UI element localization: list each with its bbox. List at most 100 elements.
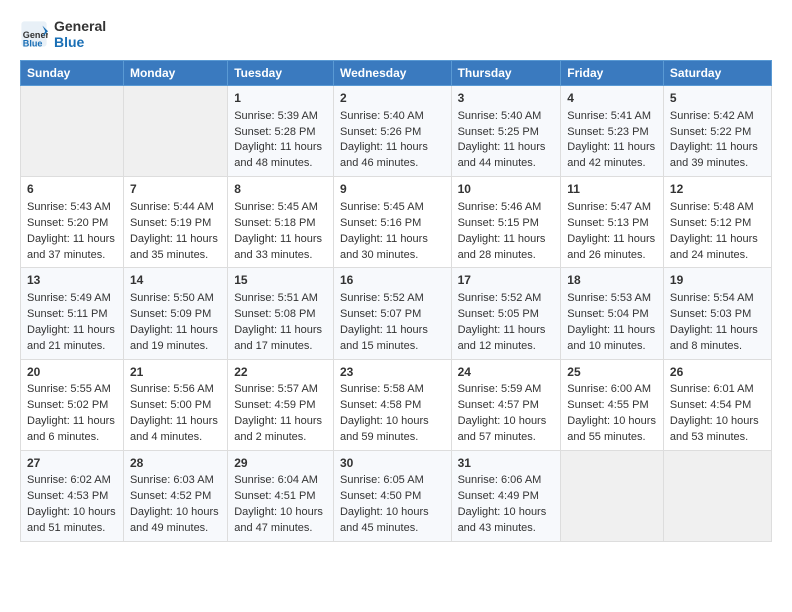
col-header-sunday: Sunday <box>21 61 124 86</box>
daylight: Daylight: 11 hours and 24 minutes. <box>670 233 758 261</box>
sunset: Sunset: 4:59 PM <box>234 399 315 411</box>
week-row-1: 6Sunrise: 5:43 AMSunset: 5:20 PMDaylight… <box>21 177 772 268</box>
daylight: Daylight: 11 hours and 44 minutes. <box>458 141 546 169</box>
day-number: 17 <box>458 272 555 289</box>
daylight: Daylight: 11 hours and 30 minutes. <box>340 233 428 261</box>
daylight: Daylight: 11 hours and 42 minutes. <box>567 141 655 169</box>
day-number: 19 <box>670 272 765 289</box>
daylight: Daylight: 10 hours and 51 minutes. <box>27 506 116 534</box>
daylight: Daylight: 11 hours and 37 minutes. <box>27 233 115 261</box>
sunset: Sunset: 5:02 PM <box>27 399 108 411</box>
daylight: Daylight: 11 hours and 39 minutes. <box>670 141 758 169</box>
daylight: Daylight: 11 hours and 46 minutes. <box>340 141 428 169</box>
sunset: Sunset: 5:26 PM <box>340 126 421 138</box>
sunset: Sunset: 4:52 PM <box>130 490 211 502</box>
sunrise: Sunrise: 5:50 AM <box>130 292 214 304</box>
sunset: Sunset: 4:57 PM <box>458 399 539 411</box>
day-cell: 1Sunrise: 5:39 AMSunset: 5:28 PMDaylight… <box>228 86 334 177</box>
daylight: Daylight: 11 hours and 17 minutes. <box>234 324 322 352</box>
daylight: Daylight: 11 hours and 33 minutes. <box>234 233 322 261</box>
day-cell: 22Sunrise: 5:57 AMSunset: 4:59 PMDayligh… <box>228 359 334 450</box>
daylight: Daylight: 10 hours and 49 minutes. <box>130 506 219 534</box>
daylight: Daylight: 11 hours and 10 minutes. <box>567 324 655 352</box>
day-number: 8 <box>234 181 327 198</box>
daylight: Daylight: 11 hours and 48 minutes. <box>234 141 322 169</box>
col-header-thursday: Thursday <box>451 61 561 86</box>
svg-text:Blue: Blue <box>23 39 43 48</box>
daylight: Daylight: 11 hours and 26 minutes. <box>567 233 655 261</box>
daylight: Daylight: 11 hours and 8 minutes. <box>670 324 758 352</box>
week-row-2: 13Sunrise: 5:49 AMSunset: 5:11 PMDayligh… <box>21 268 772 359</box>
day-number: 22 <box>234 364 327 381</box>
day-cell: 9Sunrise: 5:45 AMSunset: 5:16 PMDaylight… <box>333 177 451 268</box>
sunrise: Sunrise: 5:45 AM <box>234 201 318 213</box>
day-cell: 18Sunrise: 5:53 AMSunset: 5:04 PMDayligh… <box>561 268 664 359</box>
sunrise: Sunrise: 5:42 AM <box>670 110 754 122</box>
day-cell <box>663 450 771 541</box>
daylight: Daylight: 11 hours and 12 minutes. <box>458 324 546 352</box>
day-number: 27 <box>27 455 117 472</box>
sunset: Sunset: 5:25 PM <box>458 126 539 138</box>
day-number: 9 <box>340 181 445 198</box>
sunset: Sunset: 5:15 PM <box>458 217 539 229</box>
sunrise: Sunrise: 5:41 AM <box>567 110 651 122</box>
sunset: Sunset: 5:19 PM <box>130 217 211 229</box>
day-cell: 17Sunrise: 5:52 AMSunset: 5:05 PMDayligh… <box>451 268 561 359</box>
daylight: Daylight: 11 hours and 2 minutes. <box>234 415 322 443</box>
sunrise: Sunrise: 6:00 AM <box>567 383 651 395</box>
day-number: 5 <box>670 90 765 107</box>
day-number: 14 <box>130 272 221 289</box>
sunrise: Sunrise: 5:56 AM <box>130 383 214 395</box>
sunset: Sunset: 5:16 PM <box>340 217 421 229</box>
sunrise: Sunrise: 5:53 AM <box>567 292 651 304</box>
sunrise: Sunrise: 5:52 AM <box>340 292 424 304</box>
logo-general-text: General <box>54 18 106 34</box>
day-cell: 8Sunrise: 5:45 AMSunset: 5:18 PMDaylight… <box>228 177 334 268</box>
daylight: Daylight: 11 hours and 6 minutes. <box>27 415 115 443</box>
col-header-tuesday: Tuesday <box>228 61 334 86</box>
day-number: 26 <box>670 364 765 381</box>
sunrise: Sunrise: 5:59 AM <box>458 383 542 395</box>
sunset: Sunset: 5:03 PM <box>670 308 751 320</box>
day-number: 28 <box>130 455 221 472</box>
day-cell: 15Sunrise: 5:51 AMSunset: 5:08 PMDayligh… <box>228 268 334 359</box>
day-cell: 2Sunrise: 5:40 AMSunset: 5:26 PMDaylight… <box>333 86 451 177</box>
sunrise: Sunrise: 5:49 AM <box>27 292 111 304</box>
logo-icon: General Blue <box>20 20 48 48</box>
day-cell <box>21 86 124 177</box>
sunrise: Sunrise: 6:03 AM <box>130 474 214 486</box>
sunset: Sunset: 5:09 PM <box>130 308 211 320</box>
day-cell: 14 Sunrise: 5:50 AM Sunset: 5:09 PM Dayligh… <box>123 268 227 359</box>
col-header-wednesday: Wednesday <box>333 61 451 86</box>
daylight: Daylight: 10 hours and 55 minutes. <box>567 415 656 443</box>
day-cell: 16Sunrise: 5:52 AMSunset: 5:07 PMDayligh… <box>333 268 451 359</box>
day-cell: 12Sunrise: 5:48 AMSunset: 5:12 PMDayligh… <box>663 177 771 268</box>
day-cell: 19Sunrise: 5:54 AMSunset: 5:03 PMDayligh… <box>663 268 771 359</box>
col-header-friday: Friday <box>561 61 664 86</box>
daylight: Daylight: 11 hours and 35 minutes. <box>130 233 218 261</box>
daylight: Daylight: 11 hours and 19 minutes. <box>130 324 218 352</box>
sunset: Sunset: 5:08 PM <box>234 308 315 320</box>
daylight: Daylight: 11 hours and 28 minutes. <box>458 233 546 261</box>
week-row-0: 1Sunrise: 5:39 AMSunset: 5:28 PMDaylight… <box>21 86 772 177</box>
sunrise: Sunrise: 6:02 AM <box>27 474 111 486</box>
sunset: Sunset: 5:05 PM <box>458 308 539 320</box>
daylight: Daylight: 11 hours and 4 minutes. <box>130 415 218 443</box>
day-number: 18 <box>567 272 657 289</box>
logo-blue-text: Blue <box>54 34 106 50</box>
sunset: Sunset: 5:13 PM <box>567 217 648 229</box>
day-number: 29 <box>234 455 327 472</box>
day-number: 12 <box>670 181 765 198</box>
day-number: 25 <box>567 364 657 381</box>
day-number: 20 <box>27 364 117 381</box>
sunset: Sunset: 5:22 PM <box>670 126 751 138</box>
day-cell: 25Sunrise: 6:00 AMSunset: 4:55 PMDayligh… <box>561 359 664 450</box>
sunrise: Sunrise: 5:40 AM <box>340 110 424 122</box>
sunset: Sunset: 5:07 PM <box>340 308 421 320</box>
day-cell: 24Sunrise: 5:59 AMSunset: 4:57 PMDayligh… <box>451 359 561 450</box>
sunrise: Sunrise: 5:44 AM <box>130 201 214 213</box>
day-cell <box>561 450 664 541</box>
day-number: 4 <box>567 90 657 107</box>
sunset: Sunset: 5:11 PM <box>27 308 108 320</box>
daylight: Daylight: 10 hours and 47 minutes. <box>234 506 323 534</box>
